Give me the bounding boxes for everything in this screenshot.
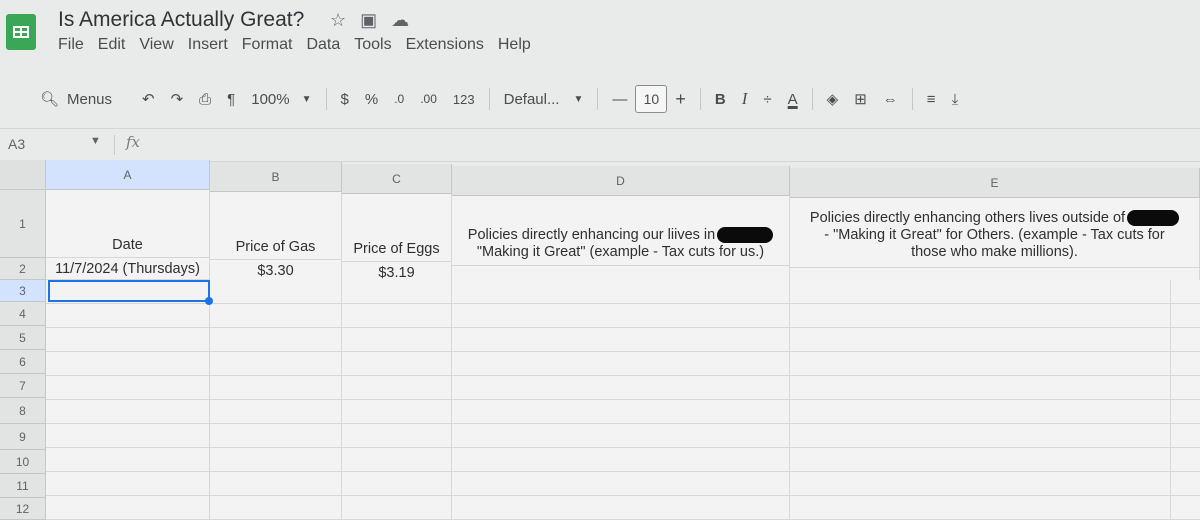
menu-file[interactable]: File	[58, 36, 84, 54]
font-size-input[interactable]: 10	[635, 85, 668, 113]
chevron-down-icon: ▼	[573, 93, 584, 105]
cell-e1-line1: Policies directly enhancing others lives…	[809, 210, 1126, 226]
fill-handle[interactable]	[205, 297, 213, 305]
percent-format-button[interactable]: %	[357, 83, 386, 115]
row-header-9[interactable]: 9	[0, 424, 46, 450]
toolbar-divider	[488, 88, 490, 110]
bold-button[interactable]: B	[707, 83, 734, 115]
borders-icon[interactable]: ⊞	[846, 83, 875, 115]
cell-b1[interactable]: Price of Gas	[210, 192, 342, 260]
cell-e1-line2: - "Making it Great" for Others. (example…	[824, 227, 1165, 243]
menu-format[interactable]: Format	[242, 36, 293, 54]
increase-font-size-button[interactable]: +	[667, 83, 694, 115]
column-header-d[interactable]: D	[452, 166, 790, 196]
select-all-corner[interactable]	[0, 160, 46, 190]
active-cell-selection[interactable]	[48, 280, 213, 305]
menu-insert[interactable]: Insert	[188, 36, 228, 54]
star-icon[interactable]: ☆	[330, 10, 346, 31]
name-box[interactable]: A3	[8, 136, 25, 152]
cell-a2[interactable]: 11/7/2024 (Thursdays)	[46, 258, 210, 280]
move-to-folder-icon[interactable]: ▣	[360, 10, 377, 31]
cell-b2[interactable]: $3.30	[210, 260, 342, 282]
formula-bar: A3 ▼ fx	[0, 128, 1200, 162]
column-header-b[interactable]: B	[210, 162, 342, 192]
fx-icon: fx	[126, 133, 141, 151]
empty-grid-area[interactable]	[46, 280, 1200, 520]
spreadsheet-grid: A B C D E 1 2 3 4 5 6 7 8 9 10 11 12 Dat…	[0, 160, 1200, 520]
row-header-5[interactable]: 5	[0, 326, 46, 350]
row-header-10[interactable]: 10	[0, 450, 46, 474]
redo-icon[interactable]: ↷	[163, 83, 192, 115]
sheets-logo-icon[interactable]	[6, 14, 36, 50]
column-header-a[interactable]: A	[46, 160, 210, 190]
font-value: Defaul...	[503, 90, 560, 108]
strikethrough-button[interactable]: ÷	[755, 83, 779, 115]
menu-data[interactable]: Data	[306, 36, 340, 54]
formula-divider	[114, 135, 115, 155]
cell-e1-line3: those who make millions).	[911, 244, 1078, 260]
horizontal-align-icon[interactable]: ≡	[919, 83, 944, 115]
row-header-6[interactable]: 6	[0, 350, 46, 374]
row-header-1[interactable]: 1	[0, 190, 46, 258]
cell-e1[interactable]: Policies directly enhancing others lives…	[790, 198, 1200, 268]
row-header-11[interactable]: 11	[0, 474, 46, 498]
toolbar-divider	[699, 88, 701, 110]
zoom-select[interactable]: 100% ▼	[243, 83, 319, 115]
increase-decimal-button[interactable]: .00	[412, 83, 445, 115]
cell-b2-text: $3.30	[257, 263, 294, 279]
print-icon[interactable]: ⎙	[191, 83, 219, 115]
currency-format-button[interactable]: $	[333, 83, 357, 115]
redaction-mark	[717, 227, 774, 244]
cell-d1-line1: Policies directly enhancing our liives i…	[467, 227, 716, 243]
cell-d1-line2: "Making it Great" (example - Tax cuts fo…	[476, 244, 765, 260]
cell-c1-text: Price of Eggs	[353, 241, 440, 257]
row-header-4[interactable]: 4	[0, 302, 46, 326]
text-color-button[interactable]: A	[780, 83, 806, 115]
fill-color-icon[interactable]: ◈	[819, 83, 847, 115]
column-header-c[interactable]: C	[342, 164, 452, 194]
cell-b1-text: Price of Gas	[235, 239, 316, 255]
zoom-value: 100%	[251, 90, 290, 108]
cell-a1-text: Date	[112, 237, 143, 253]
search-menus-label: Menus	[67, 90, 113, 108]
column-header-e[interactable]: E	[790, 168, 1200, 198]
italic-button[interactable]: I	[734, 83, 756, 115]
redaction-mark	[1127, 210, 1180, 227]
decrease-decimal-button[interactable]: .0	[386, 83, 412, 115]
toolbar-divider	[911, 88, 913, 110]
row-header-2[interactable]: 2	[0, 258, 46, 280]
search-icon: 🔍︎	[39, 91, 59, 108]
row-header-3[interactable]: 3	[0, 280, 46, 302]
menu-extensions[interactable]: Extensions	[406, 36, 484, 54]
toolbar-divider	[597, 88, 599, 110]
toolbar-divider	[325, 88, 327, 110]
cell-a2-text: 11/7/2024 (Thursdays)	[55, 261, 200, 277]
toolbar: 🔍︎ Menus ↶ ↷ ⎙ ¶ 100% ▼ $ % .0 .00 123 D…	[18, 78, 1200, 120]
row-header-12[interactable]: 12	[0, 498, 46, 520]
undo-icon[interactable]: ↶	[134, 83, 163, 115]
menu-help[interactable]: Help	[498, 36, 531, 54]
cell-a1[interactable]: Date	[46, 190, 210, 258]
row-header-8[interactable]: 8	[0, 398, 46, 424]
chevron-down-icon[interactable]: ▼	[90, 135, 101, 147]
cloud-status-icon[interactable]: ☁	[391, 10, 409, 31]
paint-format-icon[interactable]: ¶	[219, 83, 243, 115]
toolbar-divider	[811, 88, 813, 110]
menu-bar: File Edit View Insert Format Data Tools …	[58, 36, 531, 54]
cell-c1[interactable]: Price of Eggs	[342, 194, 452, 262]
search-menus[interactable]: 🔍︎ Menus	[18, 83, 134, 115]
number-format-button[interactable]: 123	[445, 83, 483, 115]
document-title[interactable]: Is America Actually Great?	[58, 8, 304, 32]
merge-cells-icon[interactable]: ⇔	[875, 83, 906, 115]
cell-c2-text: $3.19	[378, 265, 415, 281]
chevron-down-icon: ▼	[301, 93, 312, 105]
menu-edit[interactable]: Edit	[98, 36, 126, 54]
menu-view[interactable]: View	[139, 36, 173, 54]
font-select[interactable]: Defaul... ▼	[496, 83, 592, 115]
decrease-font-size-button[interactable]: —	[604, 83, 635, 115]
vertical-align-icon[interactable]: ⤓	[944, 83, 967, 115]
menu-tools[interactable]: Tools	[354, 36, 391, 54]
row-header-7[interactable]: 7	[0, 374, 46, 398]
cell-d1[interactable]: Policies directly enhancing our liives i…	[452, 196, 790, 266]
